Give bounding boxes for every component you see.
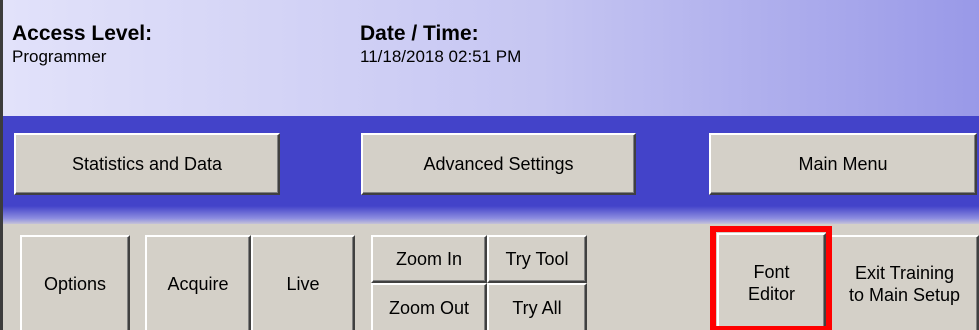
font-editor-label-line1: Font (753, 262, 790, 282)
try-tool-label: Try Tool (505, 249, 569, 269)
advanced-settings-label: Advanced Settings (423, 154, 574, 174)
nav-band-gradient (3, 206, 979, 224)
live-button[interactable]: Live (251, 235, 355, 330)
exit-training-button[interactable]: Exit Training to Main Setup (830, 235, 979, 330)
acquire-button[interactable]: Acquire (145, 235, 251, 330)
statistics-data-button[interactable]: Statistics and Data (14, 133, 280, 195)
access-level-block: Access Level: Programmer (12, 22, 152, 68)
statistics-data-label: Statistics and Data (71, 154, 223, 174)
datetime-value: 11/18/2018 02:51 PM (360, 47, 522, 66)
datetime-block: Date / Time: 11/18/2018 02:51 PM (360, 22, 521, 68)
access-level-label: Access Level: (12, 22, 153, 45)
options-button[interactable]: Options (20, 235, 130, 330)
advanced-settings-button[interactable]: Advanced Settings (361, 133, 636, 195)
exit-training-label-line2: to Main Setup (848, 285, 961, 305)
font-editor-label-line2: Editor (747, 284, 796, 304)
try-tool-button[interactable]: Try Tool (487, 235, 587, 283)
status-header: Access Level: Programmer Date / Time: 11… (3, 0, 979, 116)
zoom-out-label: Zoom Out (388, 298, 470, 318)
main-menu-button[interactable]: Main Menu (709, 133, 977, 195)
datetime-label: Date / Time: (360, 22, 479, 45)
zoom-out-button[interactable]: Zoom Out (371, 283, 487, 330)
exit-training-label-line1: Exit Training (854, 263, 955, 283)
options-label: Options (43, 274, 107, 294)
acquire-label: Acquire (167, 274, 229, 294)
main-menu-label: Main Menu (798, 154, 888, 174)
access-level-value: Programmer (12, 47, 107, 66)
font-editor-button[interactable]: Font Editor (717, 233, 826, 330)
zoom-in-button[interactable]: Zoom In (371, 235, 487, 283)
app-window: Access Level: Programmer Date / Time: 11… (0, 0, 979, 330)
try-all-button[interactable]: Try All (487, 283, 587, 330)
try-all-label: Try All (512, 298, 562, 318)
live-label: Live (286, 274, 320, 294)
zoom-in-label: Zoom In (395, 249, 463, 269)
